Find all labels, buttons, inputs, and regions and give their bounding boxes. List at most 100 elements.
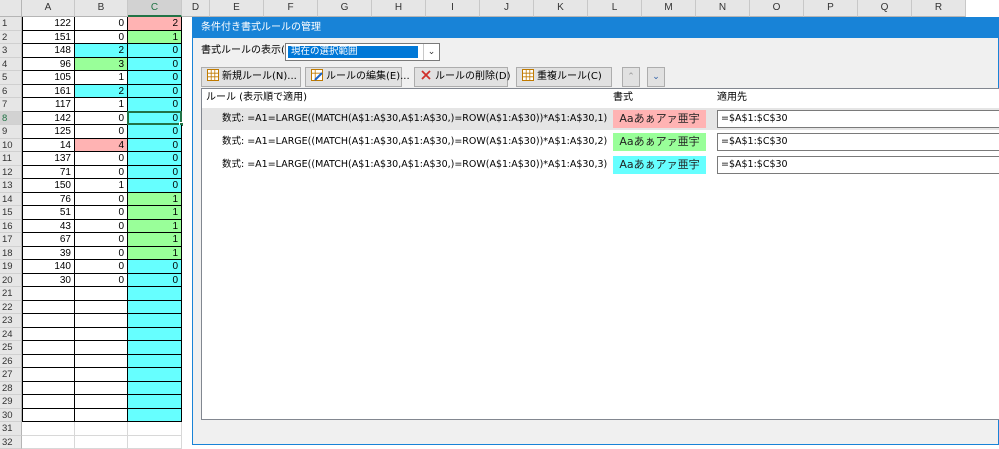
row-header[interactable]: 14 [0, 193, 22, 207]
row-header[interactable]: 28 [0, 382, 22, 396]
cell-c4[interactable]: 0 [128, 58, 182, 72]
cell-b13[interactable]: 1 [75, 179, 128, 193]
cell-b3[interactable]: 2 [75, 44, 128, 58]
cell-a2[interactable]: 151 [22, 31, 75, 45]
new-rule-button[interactable]: 新規ルール(N)... [201, 67, 301, 87]
cell-a22[interactable] [22, 301, 75, 315]
row-header[interactable]: 18 [0, 247, 22, 261]
cell-c16[interactable]: 1 [128, 220, 182, 234]
row-header[interactable]: 15 [0, 206, 22, 220]
row-header[interactable]: 7 [0, 98, 22, 112]
cell-b19[interactable]: 0 [75, 260, 128, 274]
cell-b12[interactable]: 0 [75, 166, 128, 180]
cell-b29[interactable] [75, 395, 128, 409]
row-header[interactable]: 6 [0, 85, 22, 99]
cell-b6[interactable]: 2 [75, 85, 128, 99]
column-header-e[interactable]: E [210, 0, 264, 17]
row-header[interactable]: 16 [0, 220, 22, 234]
row-header[interactable]: 19 [0, 260, 22, 274]
row-header[interactable]: 9 [0, 125, 22, 139]
cell-a14[interactable]: 76 [22, 193, 75, 207]
cell-c32[interactable] [128, 436, 182, 449]
cell-a13[interactable]: 150 [22, 179, 75, 193]
cell-b24[interactable] [75, 328, 128, 342]
show-rules-dropdown[interactable]: 現在の選択範囲 ⌄ [285, 43, 440, 61]
cell-c15[interactable]: 1 [128, 206, 182, 220]
row-header[interactable]: 27 [0, 368, 22, 382]
cell-b21[interactable] [75, 287, 128, 301]
cell-c29[interactable] [128, 395, 182, 409]
cell-a4[interactable]: 96 [22, 58, 75, 72]
row-header[interactable]: 31 [0, 422, 22, 436]
cell-a1[interactable]: 122 [22, 17, 75, 31]
row-header[interactable]: 13 [0, 179, 22, 193]
row-header[interactable]: 5 [0, 71, 22, 85]
row-header[interactable]: 30 [0, 409, 22, 423]
cell-c24[interactable] [128, 328, 182, 342]
cell-c28[interactable] [128, 382, 182, 396]
row-header[interactable]: 2 [0, 31, 22, 45]
cell-a18[interactable]: 39 [22, 247, 75, 261]
row-header[interactable]: 21 [0, 287, 22, 301]
cell-b16[interactable]: 0 [75, 220, 128, 234]
cell-c7[interactable]: 0 [128, 98, 182, 112]
chevron-down-icon[interactable]: ⌄ [423, 44, 439, 60]
cell-a12[interactable]: 71 [22, 166, 75, 180]
cell-b17[interactable]: 0 [75, 233, 128, 247]
cell-c9[interactable]: 0 [128, 125, 182, 139]
cell-c1[interactable]: 2 [128, 17, 182, 31]
column-header-a[interactable]: A [22, 0, 75, 17]
column-header-o[interactable]: O [750, 0, 804, 17]
cell-b18[interactable]: 0 [75, 247, 128, 261]
cell-b2[interactable]: 0 [75, 31, 128, 45]
cell-c11[interactable]: 0 [128, 152, 182, 166]
cell-c22[interactable] [128, 301, 182, 315]
cell-a25[interactable] [22, 341, 75, 355]
cell-a8[interactable]: 142 [22, 112, 75, 126]
row-header[interactable]: 25 [0, 341, 22, 355]
cell-c5[interactable]: 0 [128, 71, 182, 85]
column-header-m[interactable]: M [642, 0, 696, 17]
row-header[interactable]: 1 [0, 17, 22, 31]
cell-b1[interactable]: 0 [75, 17, 128, 31]
cell-b11[interactable]: 0 [75, 152, 128, 166]
column-header-b[interactable]: B [75, 0, 128, 17]
row-header[interactable]: 26 [0, 355, 22, 369]
column-header-p[interactable]: P [804, 0, 858, 17]
cell-a28[interactable] [22, 382, 75, 396]
cell-b23[interactable] [75, 314, 128, 328]
select-all-corner[interactable] [0, 0, 22, 17]
row-header[interactable]: 3 [0, 44, 22, 58]
column-header-g[interactable]: G [318, 0, 372, 17]
cell-c3[interactable]: 0 [128, 44, 182, 58]
cell-a29[interactable] [22, 395, 75, 409]
column-header-c[interactable]: C [128, 0, 182, 17]
cell-a24[interactable] [22, 328, 75, 342]
edit-rule-button[interactable]: ルールの編集(E)... [305, 67, 402, 87]
cell-c26[interactable] [128, 355, 182, 369]
duplicate-rule-button[interactable]: 重複ルール(C) [516, 67, 612, 87]
cell-a16[interactable]: 43 [22, 220, 75, 234]
row-header[interactable]: 4 [0, 58, 22, 72]
cell-a23[interactable] [22, 314, 75, 328]
cell-a21[interactable] [22, 287, 75, 301]
cell-c10[interactable]: 0 [128, 139, 182, 153]
cell-c19[interactable]: 0 [128, 260, 182, 274]
cell-b15[interactable]: 0 [75, 206, 128, 220]
cell-a10[interactable]: 14 [22, 139, 75, 153]
row-header[interactable]: 12 [0, 166, 22, 180]
cell-a19[interactable]: 140 [22, 260, 75, 274]
cell-a7[interactable]: 117 [22, 98, 75, 112]
cell-b14[interactable]: 0 [75, 193, 128, 207]
cell-a27[interactable] [22, 368, 75, 382]
cell-b10[interactable]: 4 [75, 139, 128, 153]
cell-c2[interactable]: 1 [128, 31, 182, 45]
row-header[interactable]: 17 [0, 233, 22, 247]
move-down-button[interactable]: ⌄ [647, 67, 665, 87]
cell-c27[interactable] [128, 368, 182, 382]
cell-c14[interactable]: 1 [128, 193, 182, 207]
column-header-d[interactable]: D [182, 0, 210, 17]
row-header[interactable]: 10 [0, 139, 22, 153]
rule-row[interactable]: 数式: =A1=LARGE((MATCH(A$1:A$30,A$1:A$30,)… [202, 131, 999, 153]
cell-b4[interactable]: 3 [75, 58, 128, 72]
